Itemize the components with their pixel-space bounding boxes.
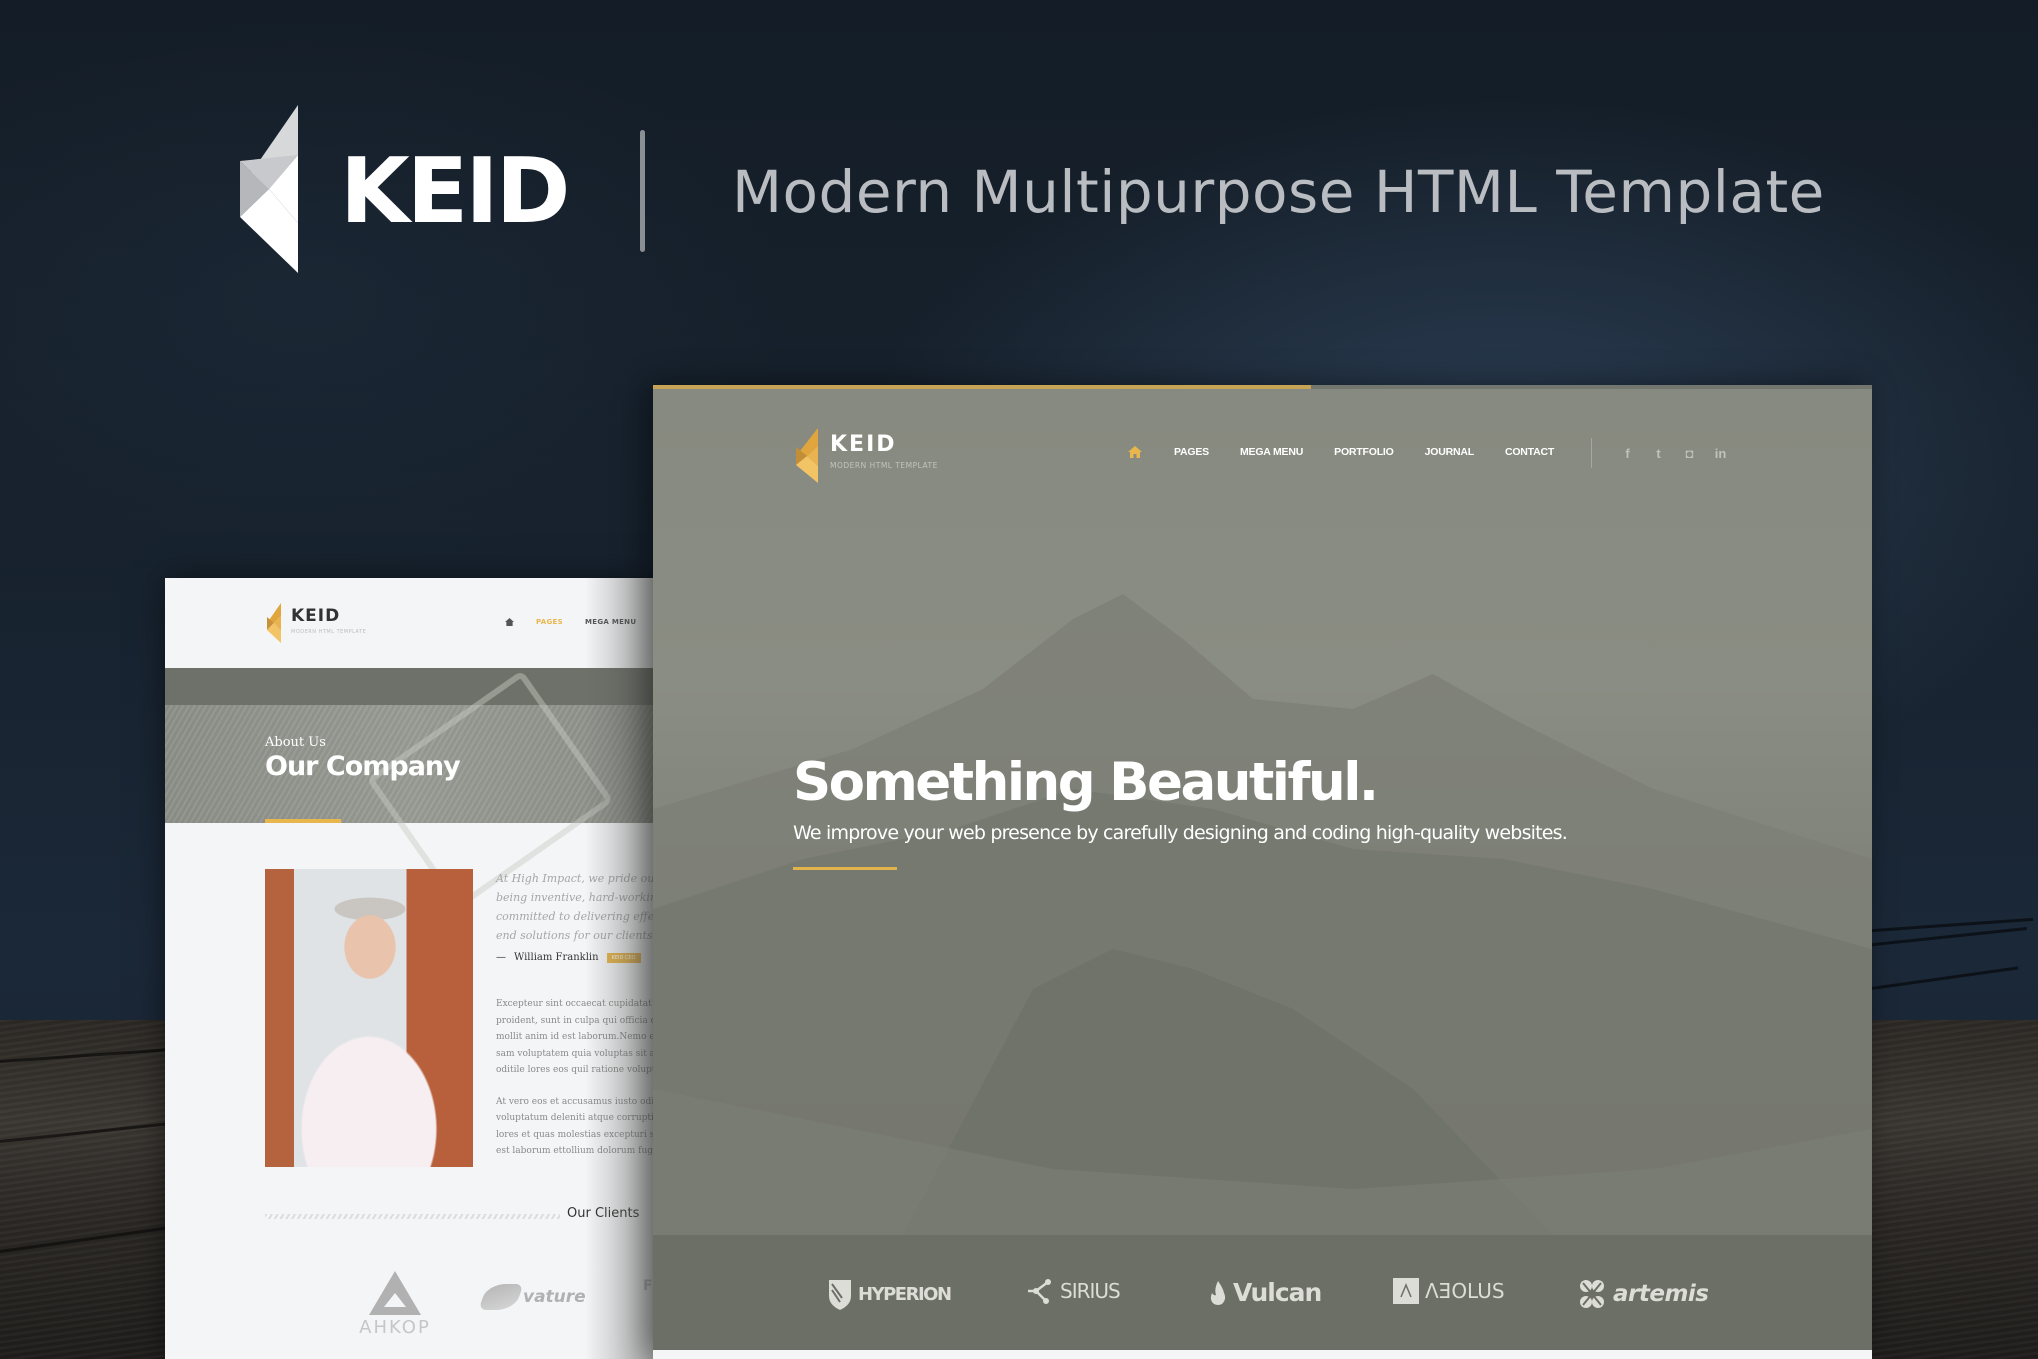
about-nav-item-pages[interactable]: PAGES	[536, 618, 563, 626]
client-logo-vulcan[interactable]: Vulcan	[1209, 1278, 1322, 1307]
client-name: vature	[523, 1287, 586, 1307]
keid-k-logo-icon	[240, 105, 298, 273]
home-logo-name[interactable]: KEID	[830, 432, 897, 457]
nav-item-journal[interactable]: JOURNAL	[1425, 446, 1475, 458]
home-page-mockup: KEID MODERN HTML TEMPLATE PAGES MEGA MEN…	[653, 385, 1872, 1359]
client-name: Vulcan	[1233, 1278, 1322, 1307]
clients-band: HYPERION SIRIUS Vulcan ΛƎOLUS artemis	[653, 1235, 1872, 1350]
twitter-icon[interactable]: t	[1652, 446, 1665, 461]
nav-item-portfolio[interactable]: PORTFOLIO	[1334, 446, 1394, 458]
ahkop-triangle-icon	[369, 1271, 421, 1315]
flame-icon	[1210, 1280, 1226, 1305]
client-name: HYPERION	[858, 1283, 952, 1305]
shadow-overlay	[585, 578, 660, 1359]
social-links: f t ◘ in	[1621, 446, 1727, 461]
client-logo-aeolus[interactable]: ΛƎOLUS	[1393, 1278, 1505, 1304]
nav-item-contact[interactable]: CONTACT	[1505, 446, 1554, 458]
molecule-icon	[1028, 1279, 1051, 1304]
hero-subheadline: We improve your web presence by carefull…	[793, 822, 1568, 844]
client-name: ΛƎOLUS	[1425, 1279, 1505, 1303]
keid-logo-icon[interactable]	[796, 428, 818, 483]
instagram-icon[interactable]: ◘	[1683, 446, 1696, 461]
about-logo-subtitle: MODERN HTML TEMPLATE	[291, 629, 367, 635]
home-icon[interactable]	[1128, 446, 1142, 458]
hero-accent-line	[793, 867, 897, 870]
brand-tagline: Modern Multipurpose HTML Template	[732, 158, 1825, 226]
client-logo-vature[interactable]: vature	[478, 1284, 586, 1310]
brand-logo-group: KEID	[240, 105, 570, 273]
facebook-icon[interactable]: f	[1621, 446, 1634, 461]
client-logo-sirius[interactable]: SIRIUS	[1028, 1278, 1121, 1304]
next-section-edge	[653, 1350, 1872, 1359]
about-logo-name: KEID	[291, 606, 341, 626]
home-logo-subtitle: MODERN HTML TEMPLATE	[830, 461, 938, 470]
hero-section: KEID MODERN HTML TEMPLATE PAGES MEGA MEN…	[653, 389, 1872, 1235]
keid-logo-icon	[267, 603, 281, 643]
about-page-title: Our Company	[265, 751, 461, 782]
nav-item-pages[interactable]: PAGES	[1174, 446, 1209, 458]
client-name: SIRIUS	[1060, 1279, 1121, 1303]
ceo-photo	[265, 869, 473, 1167]
brand-name: KEID	[340, 139, 570, 244]
client-logo-ahkop[interactable]: AHKOP	[355, 1271, 435, 1338]
em-dash: —	[496, 952, 506, 963]
clients-divider	[265, 1214, 560, 1219]
aeolus-square-icon	[1393, 1278, 1419, 1304]
home-site-header: KEID MODERN HTML TEMPLATE PAGES MEGA MEN…	[653, 424, 1872, 484]
about-page-mockup: KEID MODERN HTML TEMPLATE PAGES MEGA MEN…	[165, 578, 660, 1359]
hero-headline: Something Beautiful.	[793, 752, 1379, 813]
client-logo-hyperion[interactable]: HYPERION	[828, 1278, 952, 1310]
client-logo-artemis[interactable]: artemis	[1577, 1278, 1709, 1310]
client-name: AHKOP	[359, 1317, 431, 1338]
brand-divider	[640, 130, 645, 252]
client-name: artemis	[1613, 1281, 1709, 1307]
shield-icon	[829, 1280, 851, 1310]
home-main-nav: PAGES MEGA MENU PORTFOLIO JOURNAL CONTAC…	[1128, 446, 1585, 458]
title-underline	[265, 819, 341, 823]
nav-item-mega-menu[interactable]: MEGA MENU	[1240, 446, 1303, 458]
vature-swoosh-icon	[478, 1284, 524, 1310]
linkedin-icon[interactable]: in	[1714, 446, 1727, 461]
clover-icon	[1580, 1280, 1604, 1308]
about-kicker: About Us	[265, 735, 326, 750]
nav-separator	[1591, 438, 1592, 468]
home-icon[interactable]	[505, 618, 514, 626]
